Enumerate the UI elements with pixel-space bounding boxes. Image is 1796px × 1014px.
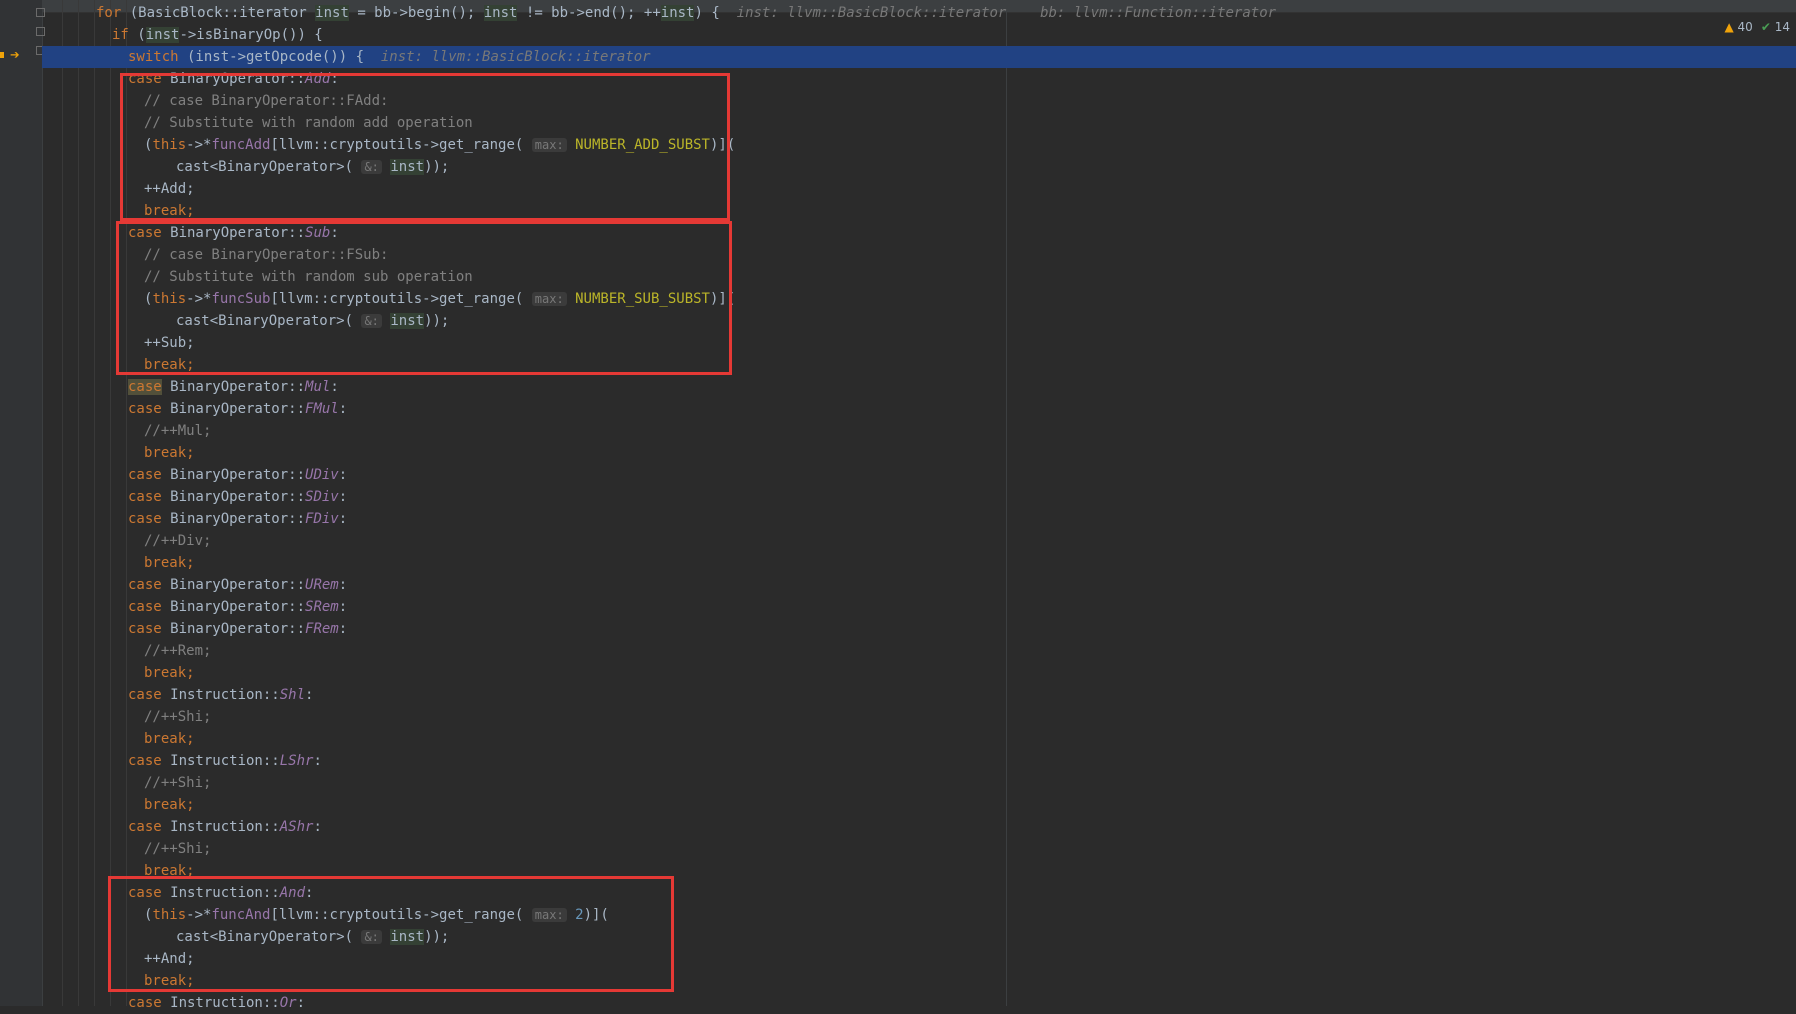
code-line[interactable]: //++Mul; bbox=[42, 420, 1796, 442]
code-line[interactable]: //++Shi; bbox=[42, 772, 1796, 794]
code-line[interactable]: case BinaryOperator::Mul: bbox=[42, 376, 1796, 398]
inline-debug-values: inst: llvm::BasicBlock::iterator bb: llv… bbox=[736, 5, 1277, 21]
keyword: for bbox=[96, 5, 122, 21]
execution-point-arrow-icon: ➔ bbox=[10, 45, 20, 64]
code-line[interactable]: case BinaryOperator::FDiv: bbox=[42, 508, 1796, 530]
code-line[interactable]: case Instruction::And: bbox=[42, 882, 1796, 904]
code-line[interactable]: case BinaryOperator::SDiv: bbox=[42, 486, 1796, 508]
code-line[interactable]: break; bbox=[42, 794, 1796, 816]
code-line[interactable]: ++Sub; bbox=[42, 332, 1796, 354]
code-line[interactable]: // case BinaryOperator::FAdd: bbox=[42, 90, 1796, 112]
code-line[interactable]: break; bbox=[42, 662, 1796, 684]
inline-debug-values: inst: llvm::BasicBlock::iterator bbox=[380, 49, 651, 65]
code-line[interactable]: cast<BinaryOperator>( &: inst)); bbox=[42, 156, 1796, 178]
code-editor[interactable]: func ➔ ▲ 40 ✔ 14 for (BasicBlock::iterat… bbox=[0, 0, 1796, 1011]
code-line[interactable]: break; bbox=[42, 728, 1796, 750]
code-line[interactable]: //++Shi; bbox=[42, 838, 1796, 860]
code-line[interactable]: case BinaryOperator::FRem: bbox=[42, 618, 1796, 640]
code-line[interactable]: break; bbox=[42, 442, 1796, 464]
code-line[interactable]: case BinaryOperator::SRem: bbox=[42, 596, 1796, 618]
code-line[interactable]: //++Div; bbox=[42, 530, 1796, 552]
code-line[interactable]: cast<BinaryOperator>( &: inst)); bbox=[42, 926, 1796, 948]
code-line[interactable]: break; bbox=[42, 552, 1796, 574]
code-line[interactable]: case BinaryOperator::Add: bbox=[42, 68, 1796, 90]
code-line[interactable]: (this->*funcAdd[llvm::cryptoutils->get_r… bbox=[42, 134, 1796, 156]
code-line[interactable]: // Substitute with random add operation bbox=[42, 112, 1796, 134]
code-line[interactable]: break; bbox=[42, 354, 1796, 376]
breakpoint-marker-icon bbox=[0, 52, 4, 58]
parameter-hint: &: bbox=[361, 314, 382, 328]
parameter-hint: max: bbox=[531, 908, 567, 922]
parameter-hint: &: bbox=[361, 160, 382, 174]
code-line[interactable]: ++Add; bbox=[42, 178, 1796, 200]
code-line[interactable]: case Instruction::AShr: bbox=[42, 816, 1796, 838]
code-line[interactable]: (this->*funcAnd[llvm::cryptoutils->get_r… bbox=[42, 904, 1796, 926]
code-line[interactable]: ++And; bbox=[42, 948, 1796, 970]
code-line[interactable]: (this->*funcSub[llvm::cryptoutils->get_r… bbox=[42, 288, 1796, 310]
parameter-hint: max: bbox=[531, 138, 567, 152]
code-line[interactable]: //++Shi; bbox=[42, 706, 1796, 728]
code-line[interactable]: case Instruction::Or: bbox=[42, 992, 1796, 1014]
code-line[interactable]: case BinaryOperator::UDiv: bbox=[42, 464, 1796, 486]
code-line[interactable]: for (BasicBlock::iterator inst = bb->beg… bbox=[42, 2, 1796, 24]
code-line[interactable]: break; bbox=[42, 200, 1796, 222]
code-line[interactable]: cast<BinaryOperator>( &: inst)); bbox=[42, 310, 1796, 332]
code-line[interactable]: //++Rem; bbox=[42, 640, 1796, 662]
code-line[interactable]: break; bbox=[42, 970, 1796, 992]
code-line[interactable]: // case BinaryOperator::FSub: bbox=[42, 244, 1796, 266]
code-line[interactable]: case BinaryOperator::FMul: bbox=[42, 398, 1796, 420]
code-line[interactable]: if (inst->isBinaryOp()) { bbox=[42, 24, 1796, 46]
code-line[interactable]: // Substitute with random sub operation bbox=[42, 266, 1796, 288]
parameter-hint: max: bbox=[531, 292, 567, 306]
current-execution-line[interactable]: switch (inst->getOpcode()) { inst: llvm:… bbox=[42, 46, 1796, 68]
code-line[interactable]: case BinaryOperator::URem: bbox=[42, 574, 1796, 596]
code-line[interactable]: case Instruction::LShr: bbox=[42, 750, 1796, 772]
parameter-hint: &: bbox=[361, 930, 382, 944]
code-line[interactable]: break; bbox=[42, 860, 1796, 882]
line-gutter[interactable]: ➔ bbox=[0, 0, 45, 1006]
code-line[interactable]: case BinaryOperator::Sub: bbox=[42, 222, 1796, 244]
code-line[interactable]: case Instruction::Shl: bbox=[42, 684, 1796, 706]
